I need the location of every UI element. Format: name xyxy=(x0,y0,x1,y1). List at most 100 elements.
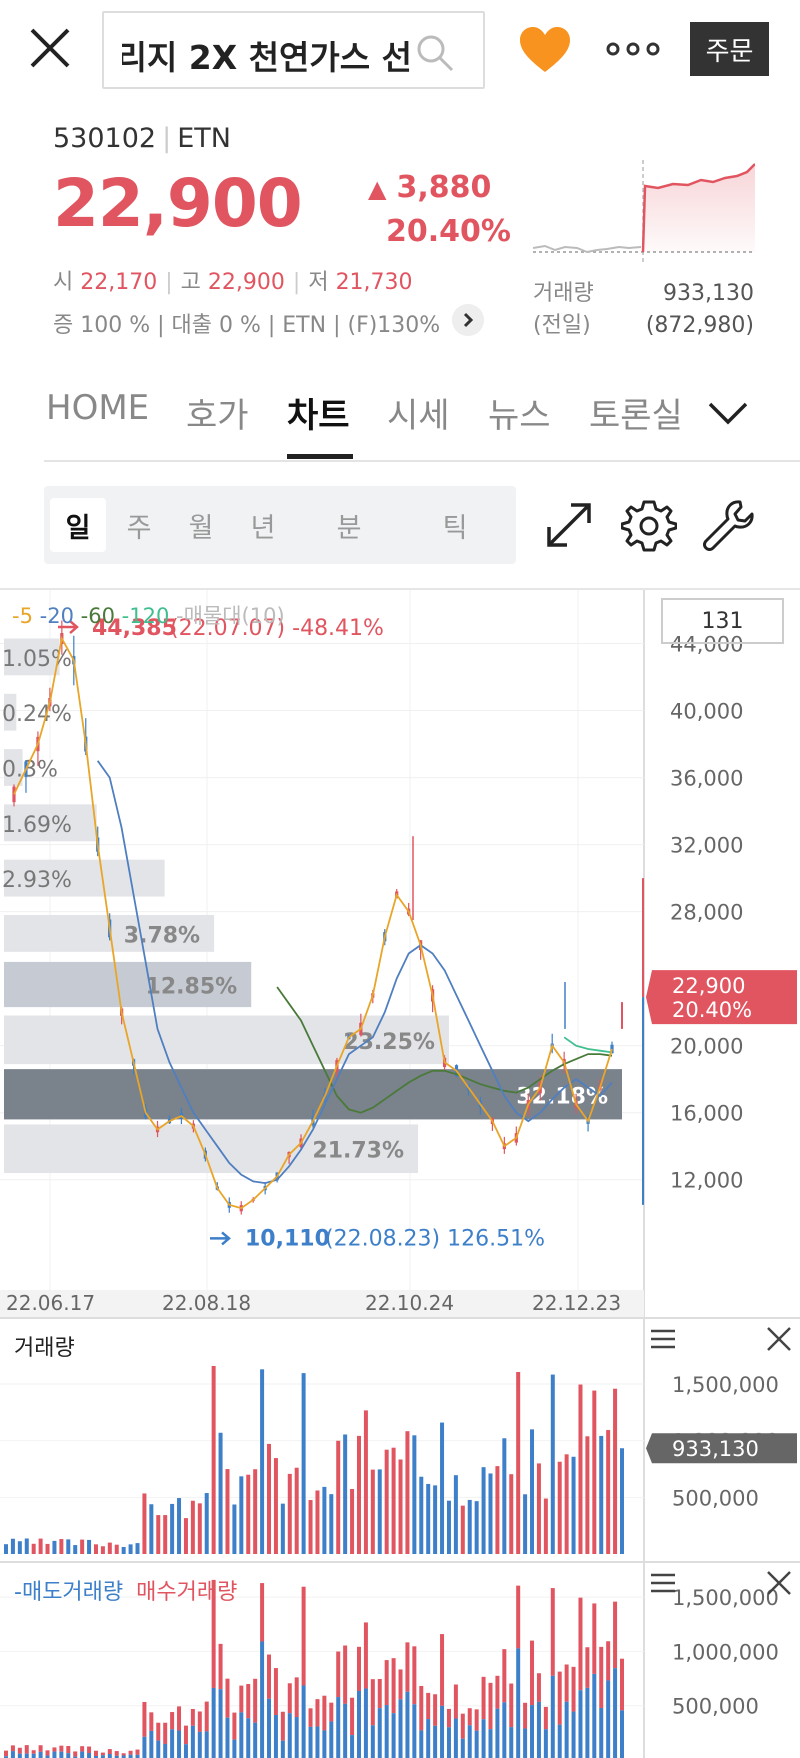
buy-volume-bar xyxy=(218,1643,223,1690)
vol-y-tick: 500,000 xyxy=(672,1486,759,1510)
low-annotation-value: 10,110 xyxy=(245,1226,330,1251)
volume-bar xyxy=(467,1499,472,1554)
close-icon[interactable] xyxy=(764,1568,794,1598)
tab-quotes[interactable]: 시세 xyxy=(387,388,450,437)
tab-bar: HOME 호가 차트 시세 뉴스 토론실 xyxy=(44,378,800,462)
volume-profile-label: 12.85% xyxy=(146,975,238,1000)
period-tick[interactable]: 틱 xyxy=(430,498,480,552)
volume-profile-label: 1.69% xyxy=(2,813,72,838)
search-input[interactable]: 레버리지 2X 천연가스 선 xyxy=(102,11,485,89)
chevron-down-icon[interactable] xyxy=(706,394,750,430)
volume-bar xyxy=(446,1500,451,1554)
buy-volume-bar xyxy=(253,1678,258,1723)
period-year[interactable]: 년 xyxy=(238,498,288,552)
x-tick-label: 22.06.17 xyxy=(6,1291,95,1315)
expand-icon[interactable] xyxy=(541,497,597,553)
tab-news[interactable]: 뉴스 xyxy=(488,388,551,437)
period-day[interactable]: 일 xyxy=(50,498,106,552)
buy-volume-bar xyxy=(66,1745,71,1754)
volume-bar xyxy=(606,1430,611,1554)
buy-volume-bar xyxy=(273,1668,278,1715)
sell-volume-bar xyxy=(536,1701,541,1758)
buy-volume-bar xyxy=(350,1697,355,1736)
sell-volume-bar xyxy=(391,1713,396,1758)
volume-bar xyxy=(73,1545,78,1554)
volume-profile-label: 2.93% xyxy=(2,868,72,893)
high-value: 22,900 xyxy=(207,270,285,295)
buy-volume-bar xyxy=(433,1694,438,1726)
buy-volume-bar xyxy=(426,1692,431,1720)
buysell-y-tick: 500,000 xyxy=(672,1695,759,1719)
low-value: 21,730 xyxy=(335,270,413,295)
buy-volume-bar xyxy=(45,1750,50,1756)
volume-bar xyxy=(585,1436,590,1554)
sell-volume-bar xyxy=(363,1688,368,1758)
buy-volume-bar xyxy=(225,1678,230,1718)
buy-volume-bar xyxy=(336,1651,341,1698)
y-tick-label: 12,000 xyxy=(670,1169,743,1193)
favorite-heart-icon[interactable] xyxy=(518,26,572,74)
buy-volume-bar xyxy=(550,1588,555,1676)
zoom-count-button[interactable]: 131 xyxy=(661,598,784,644)
sell-volume-bar xyxy=(550,1675,555,1758)
legend-profile: -매물대(10) xyxy=(176,604,285,628)
buy-volume-bar xyxy=(10,1745,15,1752)
sell-volume-bar xyxy=(336,1697,341,1758)
sell-volume-bar xyxy=(530,1705,535,1758)
sell-volume-bar xyxy=(426,1719,431,1758)
buy-volume-bar xyxy=(419,1685,424,1731)
margin-info: 증 100 % | 대출 0 % | ETN | (F)130% xyxy=(53,313,441,338)
period-month[interactable]: 월 xyxy=(176,498,226,552)
buy-volume-bar xyxy=(73,1751,78,1757)
legend-ma20: -20 xyxy=(39,604,74,628)
volume-bar xyxy=(336,1440,341,1554)
volume-bar xyxy=(156,1515,161,1554)
open-value: 22,170 xyxy=(80,270,158,295)
gear-icon[interactable] xyxy=(621,497,677,553)
stock-type: ETN xyxy=(177,123,231,154)
volume-bar xyxy=(322,1486,327,1554)
buy-volume-bar xyxy=(232,1712,237,1740)
volume-bar xyxy=(578,1384,583,1554)
chart-area[interactable]: 1.05% 0.24% 0.3% 1.69% 2.93% 3.78% 12.85% 23.25… xyxy=(0,588,800,1758)
order-button[interactable]: 주문 xyxy=(690,22,769,76)
buy-volume-bar xyxy=(239,1685,244,1713)
buy-volume-bar xyxy=(585,1647,590,1688)
menu-icon[interactable] xyxy=(648,1568,678,1598)
more-options-icon[interactable] xyxy=(606,32,660,66)
volume-bar xyxy=(599,1435,604,1554)
wrench-icon[interactable] xyxy=(700,497,756,553)
ma120-line xyxy=(563,1036,613,1054)
volume-bar xyxy=(523,1494,528,1554)
period-minute[interactable]: 분 xyxy=(324,498,374,552)
ohl-row: 시 22,170 | 고 22,900 | 저 21,730 xyxy=(53,270,413,295)
volume-bar xyxy=(613,1388,618,1554)
close-icon[interactable] xyxy=(764,1324,794,1354)
volume-bar xyxy=(363,1410,368,1554)
stock-code: 530102 | ETN xyxy=(53,123,231,154)
sell-volume-bar xyxy=(606,1680,611,1758)
tab-orderbook[interactable]: 호가 xyxy=(186,388,249,437)
arrow-right-icon xyxy=(210,1231,231,1246)
volume-bar xyxy=(10,1538,15,1554)
search-icon[interactable] xyxy=(415,33,455,73)
buy-volume-bar xyxy=(516,1585,521,1649)
volume-bar xyxy=(405,1431,410,1554)
chevron-right-icon[interactable] xyxy=(452,304,484,336)
volume-values: 933,130 (872,980) xyxy=(646,278,754,342)
volume-bar xyxy=(550,1374,555,1554)
stock-code-value: 530102 xyxy=(53,123,157,154)
buy-volume-bar xyxy=(315,1699,320,1727)
tab-home[interactable]: HOME xyxy=(46,388,149,428)
period-week[interactable]: 주 xyxy=(114,498,164,552)
tab-discussion[interactable]: 토론실 xyxy=(589,388,683,437)
low-annotation-detail: (22.08.23) 126.51% xyxy=(325,1226,545,1251)
buy-volume-bar xyxy=(488,1682,493,1730)
volume-bar xyxy=(260,1369,265,1554)
close-icon[interactable] xyxy=(28,26,72,70)
buy-volume-bar xyxy=(142,1701,147,1737)
menu-icon[interactable] xyxy=(648,1324,678,1354)
buy-volume-bar xyxy=(523,1702,528,1729)
sell-volume-bar xyxy=(156,1740,161,1758)
tab-chart[interactable]: 차트 xyxy=(287,388,350,437)
